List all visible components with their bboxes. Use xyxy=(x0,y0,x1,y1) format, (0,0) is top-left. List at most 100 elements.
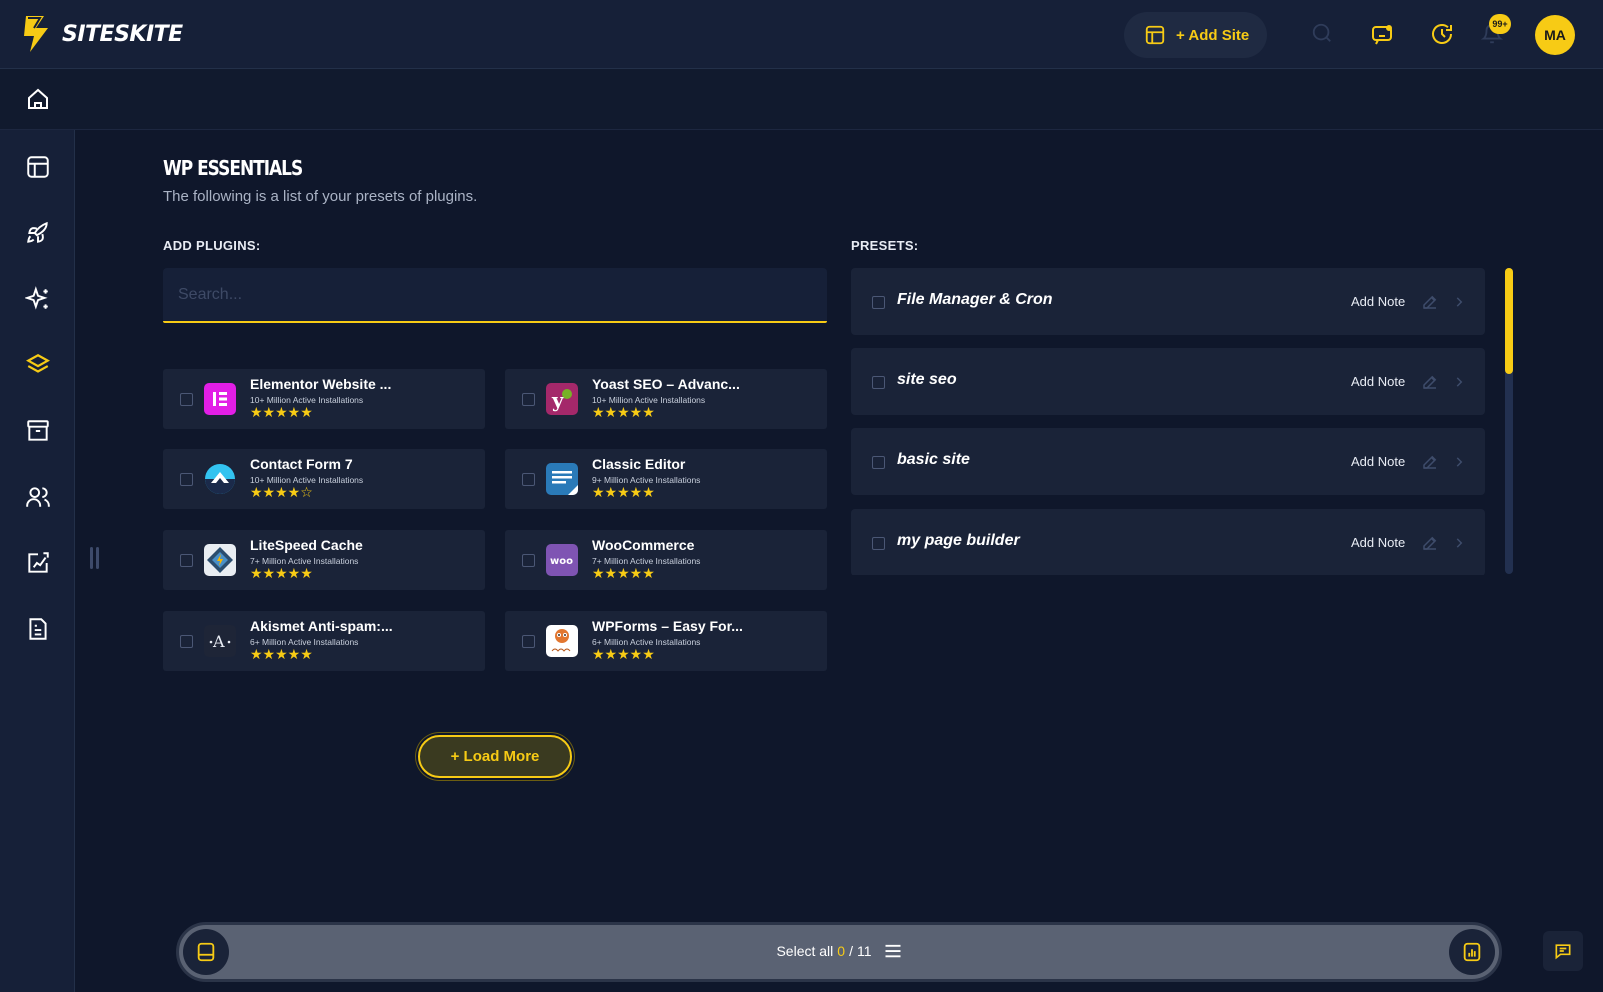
select-all-control[interactable]: Select all 0 / 11 xyxy=(179,943,1499,959)
bar-chart-icon xyxy=(1463,942,1481,962)
breadcrumb-bar xyxy=(0,69,1603,130)
user-avatar[interactable]: MA xyxy=(1535,15,1575,55)
search-input[interactable] xyxy=(163,268,827,321)
add-note-link[interactable]: Add Note xyxy=(1351,454,1405,469)
chevron-right-icon[interactable] xyxy=(1452,455,1466,469)
add-note-link[interactable]: Add Note xyxy=(1351,294,1405,309)
edit-pencil-icon[interactable] xyxy=(1421,373,1439,391)
add-note-link[interactable]: Add Note xyxy=(1351,535,1405,550)
sidebar-resize-handle[interactable] xyxy=(90,547,99,569)
notification-badge: 99+ xyxy=(1489,14,1511,34)
plugin-rating: ★★★★★ xyxy=(592,405,655,421)
history-clock-icon[interactable] xyxy=(1430,22,1454,46)
load-more-button[interactable]: + Load More xyxy=(418,735,572,778)
support-bot-icon[interactable] xyxy=(1370,22,1394,46)
app-name: SITESKITE xyxy=(62,21,183,47)
plugin-card[interactable]: y Yoast SEO – Advanc... 10+ Million Acti… xyxy=(505,369,827,429)
sidebar-archive-icon[interactable] xyxy=(25,418,51,444)
plugin-installs: 7+ Million Active Installations xyxy=(250,556,359,566)
preset-checkbox[interactable] xyxy=(872,537,885,550)
plugin-name: Elementor Website ... xyxy=(250,376,392,392)
plugin-installs: 9+ Million Active Installations xyxy=(592,475,701,485)
yoast-icon: y xyxy=(546,383,578,415)
plugin-card[interactable]: A Akismet Anti-spam:... 6+ Million Activ… xyxy=(163,611,485,671)
chat-button[interactable] xyxy=(1543,931,1583,971)
plugin-search xyxy=(163,268,827,323)
app-logo[interactable]: SITESKITE xyxy=(22,14,183,54)
plugin-name: WooCommerce xyxy=(592,537,695,553)
add-site-button[interactable]: + Add Site xyxy=(1124,12,1267,58)
lightning-logo-icon xyxy=(24,16,48,52)
preset-title: my page builder xyxy=(897,532,1020,549)
plugin-card[interactable]: LiteSpeed Cache 7+ Million Active Instal… xyxy=(163,530,485,590)
plugin-checkbox[interactable] xyxy=(522,393,535,406)
svg-text:A: A xyxy=(212,632,225,651)
contact-form-icon xyxy=(204,463,236,495)
preset-title: site seo xyxy=(897,371,957,388)
count-separator: / xyxy=(849,943,853,959)
plugin-checkbox[interactable] xyxy=(180,393,193,406)
plugin-checkbox[interactable] xyxy=(180,635,193,648)
woocommerce-icon: woo xyxy=(546,544,578,576)
chevron-right-icon[interactable] xyxy=(1452,295,1466,309)
preset-item[interactable]: basic site Add Note xyxy=(851,428,1485,495)
sidebar-rocket-icon[interactable] xyxy=(25,220,51,246)
plugin-rating: ★★★★★ xyxy=(592,566,655,582)
preset-checkbox[interactable] xyxy=(872,296,885,309)
layout-icon xyxy=(1145,25,1165,45)
presets-scrollbar-thumb[interactable] xyxy=(1505,268,1513,374)
search-icon[interactable] xyxy=(1311,22,1333,44)
menu-icon[interactable] xyxy=(884,943,902,959)
plugin-rating: ★★★★★ xyxy=(250,405,313,421)
home-icon[interactable] xyxy=(26,87,50,111)
plugin-checkbox[interactable] xyxy=(180,554,193,567)
plugin-card[interactable]: Classic Editor 9+ Million Active Install… xyxy=(505,449,827,509)
preset-title: File Manager & Cron xyxy=(897,291,1053,308)
preset-item[interactable]: File Manager & Cron Add Note xyxy=(851,268,1485,335)
sidebar-sparkles-icon[interactable] xyxy=(25,286,51,312)
page-subtitle: The following is a list of your presets … xyxy=(163,188,478,205)
preset-checkbox[interactable] xyxy=(872,456,885,469)
preset-item[interactable]: site seo Add Note xyxy=(851,348,1485,415)
plugin-checkbox[interactable] xyxy=(522,635,535,648)
sidebar-dashboard-icon[interactable] xyxy=(25,154,51,180)
edit-pencil-icon[interactable] xyxy=(1421,453,1439,471)
sidebar-layers-icon[interactable] xyxy=(25,352,51,378)
sidebar-document-icon[interactable] xyxy=(25,616,51,642)
classic-editor-icon xyxy=(546,463,578,495)
selected-count: 0 xyxy=(837,943,846,959)
top-bar: SITESKITE + Add Site 99+ MA xyxy=(0,0,1603,69)
edit-pencil-icon[interactable] xyxy=(1421,534,1439,552)
sidebar-reports-icon[interactable] xyxy=(25,550,51,576)
plugin-card[interactable]: woo WooCommerce 7+ Million Active Instal… xyxy=(505,530,827,590)
select-all-label: Select all xyxy=(776,943,834,959)
plugin-name: Contact Form 7 xyxy=(250,456,353,472)
plugin-card[interactable]: Contact Form 7 10+ Million Active Instal… xyxy=(163,449,485,509)
chevron-right-icon[interactable] xyxy=(1452,536,1466,550)
svg-text:woo: woo xyxy=(550,556,573,567)
page-title: WP ESSENTIALS xyxy=(163,156,303,180)
chat-bubble-icon xyxy=(1555,944,1571,960)
plugin-name: Yoast SEO – Advanc... xyxy=(592,376,740,392)
plugin-installs: 6+ Million Active Installations xyxy=(250,637,359,647)
sidebar-users-icon[interactable] xyxy=(25,484,51,510)
plugin-installs: 6+ Million Active Installations xyxy=(592,637,701,647)
plugin-name: Akismet Anti-spam:... xyxy=(250,618,393,634)
plugin-checkbox[interactable] xyxy=(522,473,535,486)
add-note-link[interactable]: Add Note xyxy=(1351,374,1405,389)
plugin-checkbox[interactable] xyxy=(522,554,535,567)
chevron-right-icon[interactable] xyxy=(1452,375,1466,389)
elementor-icon xyxy=(204,383,236,415)
plugin-installs: 10+ Million Active Installations xyxy=(250,475,364,485)
presets-label: PRESETS: xyxy=(851,238,919,253)
edit-pencil-icon[interactable] xyxy=(1421,293,1439,311)
stats-button[interactable] xyxy=(1449,929,1495,975)
plugin-name: WPForms – Easy For... xyxy=(592,618,743,634)
preset-item[interactable]: my page builder Add Note xyxy=(851,509,1485,575)
preset-checkbox[interactable] xyxy=(872,376,885,389)
plugin-name: LiteSpeed Cache xyxy=(250,537,363,553)
plugin-card[interactable]: Elementor Website ... 10+ Million Active… xyxy=(163,369,485,429)
plugin-card[interactable]: WPForms – Easy For... 6+ Million Active … xyxy=(505,611,827,671)
plugin-checkbox[interactable] xyxy=(180,473,193,486)
add-plugins-label: ADD PLUGINS: xyxy=(163,238,261,253)
